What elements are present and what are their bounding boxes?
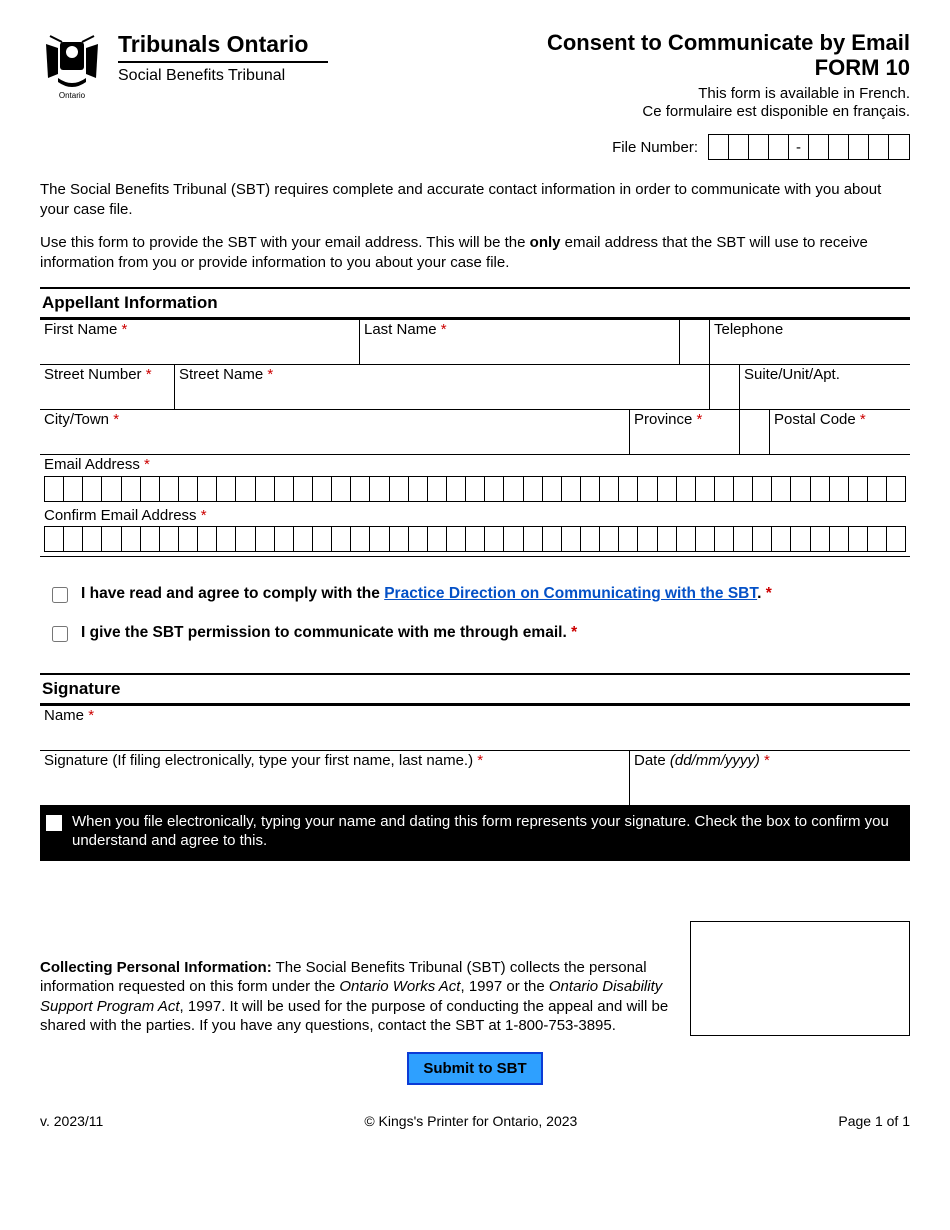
personal-info-notice: Collecting Personal Information: The Soc… [40, 958, 670, 1036]
signature-name-field[interactable]: Name * [40, 706, 910, 750]
signature-section: Signature Name * Signature (If filing el… [40, 673, 910, 861]
copyright-label: © Kings's Printer for Ontario, 2023 [103, 1113, 838, 1129]
form-header: Ontario Tribunals Ontario Social Benefit… [40, 30, 910, 122]
file-number-input[interactable]: - [708, 134, 910, 160]
street-name-field[interactable]: Street Name * [175, 365, 710, 409]
version-label: v. 2023/11 [40, 1113, 103, 1129]
file-number-label: File Number: [612, 139, 698, 156]
electronic-signature-text: When you file electronically, typing you… [72, 813, 900, 851]
brand-title: Tribunals Ontario [118, 32, 328, 57]
electronic-signature-consent[interactable]: When you file electronically, typing you… [40, 805, 910, 861]
last-name-field[interactable]: Last Name * [360, 320, 680, 364]
initials-box[interactable] [690, 921, 910, 1036]
appellant-heading: Appellant Information [40, 287, 910, 319]
file-number-row: File Number: - [40, 134, 910, 160]
confirm-email-field[interactable]: Confirm Email Address * [40, 506, 910, 557]
postal-field[interactable]: Postal Code * [770, 410, 910, 454]
signature-heading: Signature [40, 673, 910, 705]
email-permission-checkbox[interactable]: I give the SBT permission to communicate… [48, 624, 910, 645]
brand-block: Ontario Tribunals Ontario Social Benefit… [40, 30, 328, 94]
confirm-email-char-boxes[interactable] [44, 526, 906, 552]
practice-direction-checkbox[interactable]: I have read and agree to comply with the… [48, 585, 910, 606]
city-field[interactable]: City/Town * [40, 410, 630, 454]
electronic-signature-checkbox[interactable] [46, 815, 62, 831]
postal-spacer [740, 410, 770, 454]
province-field[interactable]: Province * [630, 410, 740, 454]
appellant-section: Appellant Information First Name * Last … [40, 287, 910, 557]
brand-divider [118, 61, 328, 63]
suite-field[interactable]: Suite/Unit/Apt. [740, 365, 910, 409]
street-number-field[interactable]: Street Number * [40, 365, 175, 409]
email-permission-label: I give the SBT permission to communicate… [81, 624, 577, 642]
signature-field[interactable]: Signature (If filing electronically, typ… [40, 751, 630, 805]
email-field[interactable]: Email Address * [40, 455, 910, 506]
submit-button[interactable]: Submit to SBT [407, 1052, 542, 1085]
telephone-spacer [680, 320, 710, 364]
email-char-boxes[interactable] [44, 476, 906, 502]
page-footer: v. 2023/11 © Kings's Printer for Ontario… [40, 1113, 910, 1129]
page-number: Page 1 of 1 [838, 1113, 910, 1129]
brand-subtitle: Social Benefits Tribunal [118, 67, 328, 85]
signature-date-field[interactable]: Date (dd/mm/yyyy) * [630, 751, 910, 805]
language-note: This form is available in French. Ce for… [547, 85, 910, 123]
form-title: Consent to Communicate by Email FORM 10 [547, 30, 910, 81]
intro-text: The Social Benefits Tribunal (SBT) requi… [40, 180, 910, 273]
ontario-coat-of-arms-icon: Ontario [40, 30, 104, 94]
practice-direction-link[interactable]: Practice Direction on Communicating with… [384, 585, 757, 602]
practice-direction-label: I have read and agree to comply with the… [81, 585, 772, 603]
svg-text:Ontario: Ontario [59, 91, 86, 100]
first-name-field[interactable]: First Name * [40, 320, 360, 364]
telephone-field[interactable]: Telephone [710, 320, 910, 364]
suite-spacer [710, 365, 740, 409]
